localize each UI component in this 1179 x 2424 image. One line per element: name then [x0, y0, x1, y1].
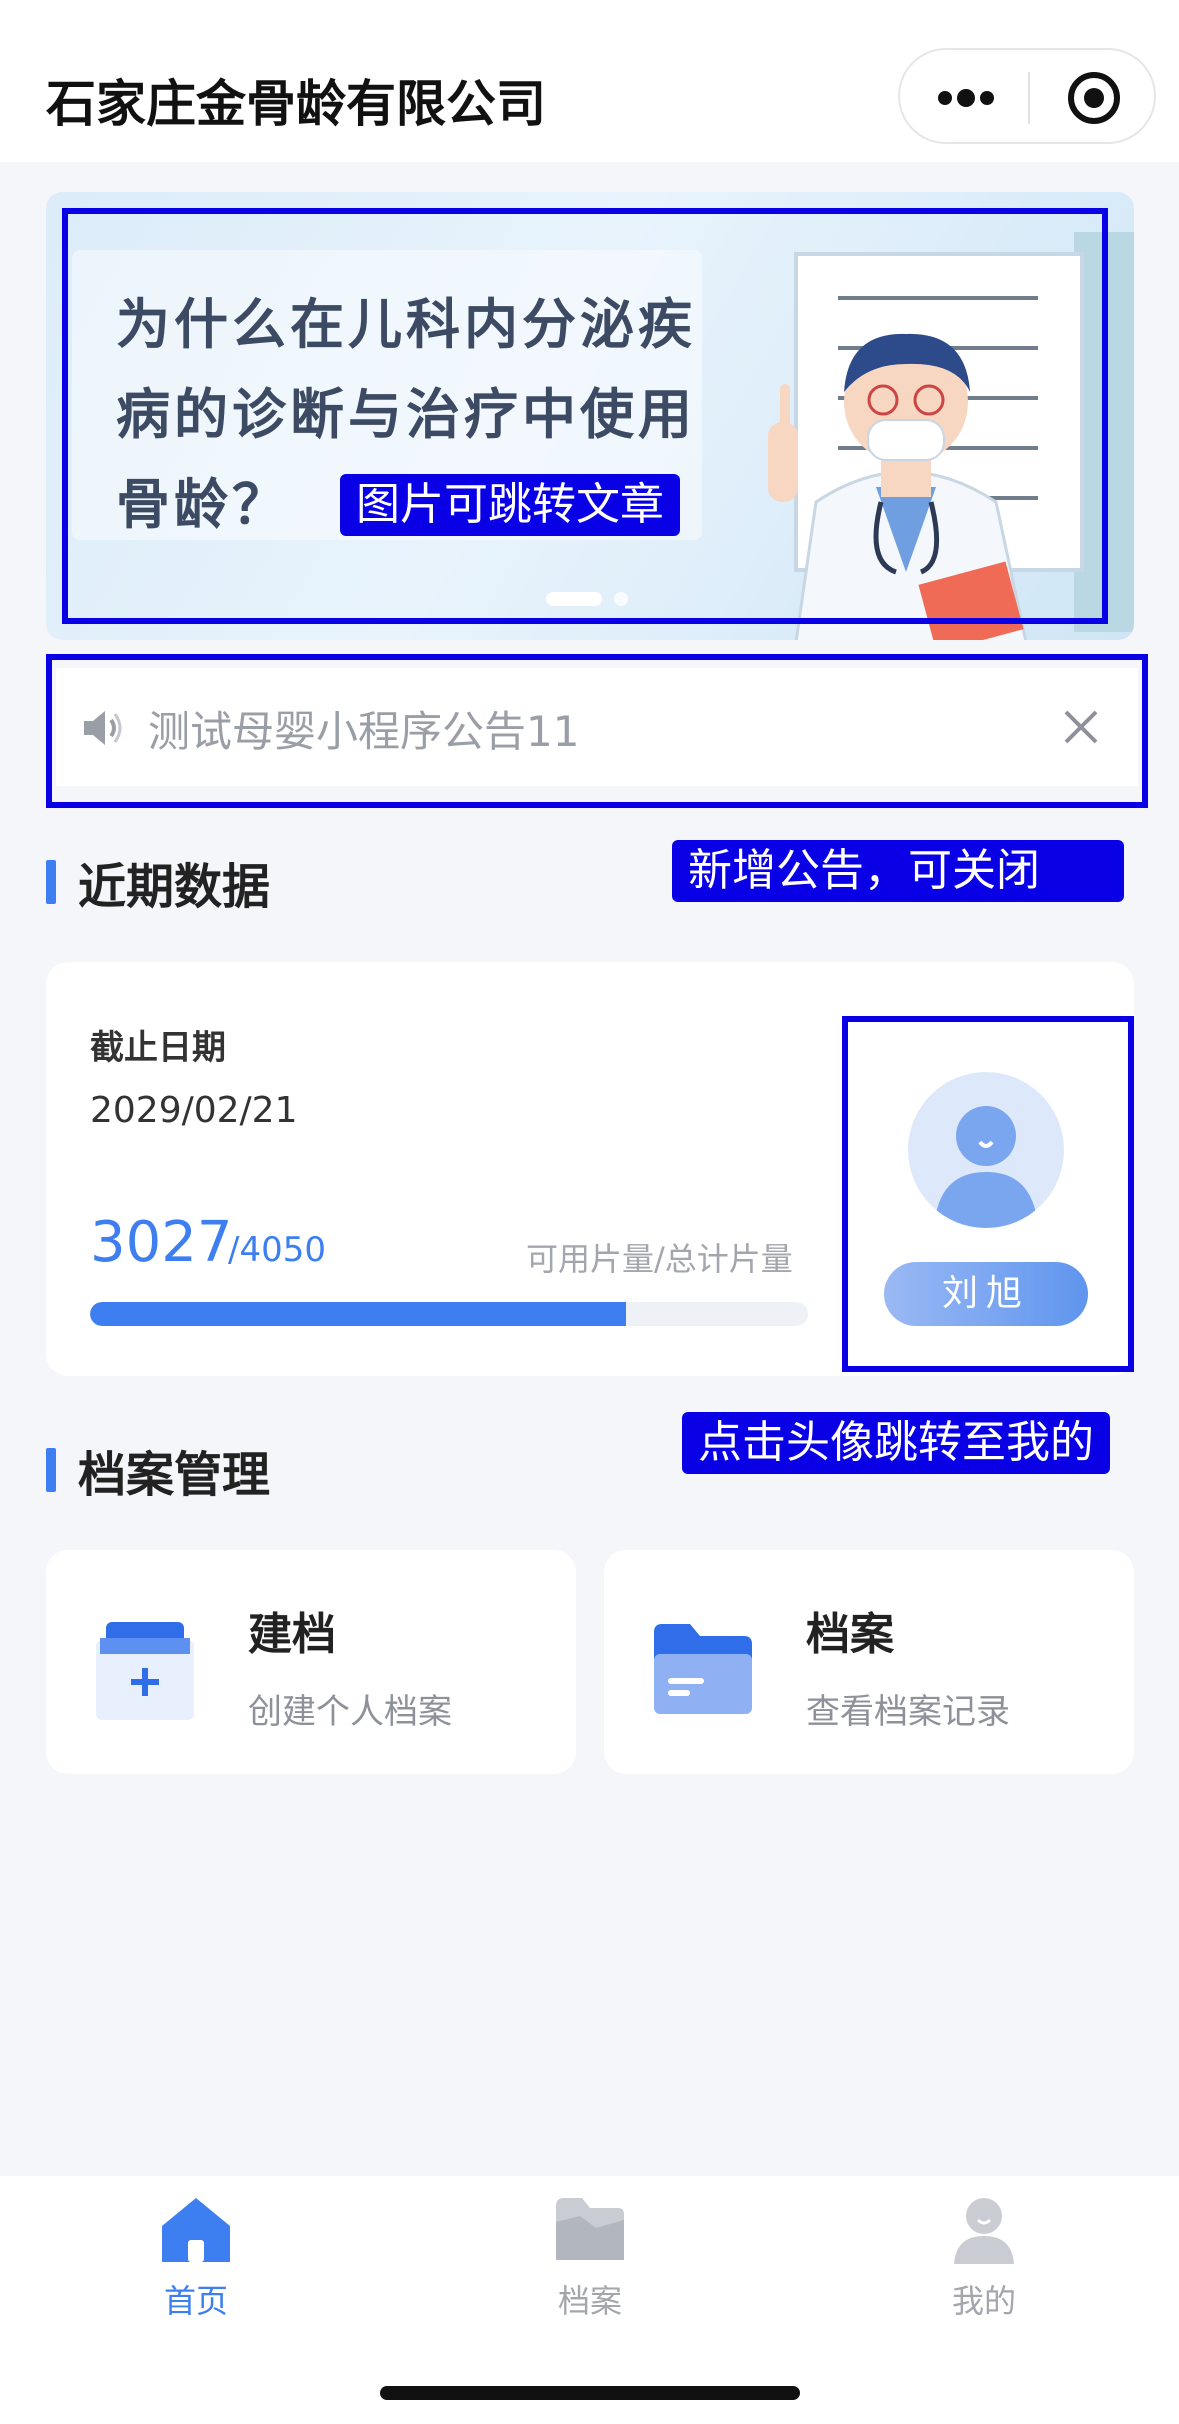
deadline-date: 2029/02/21	[90, 1090, 298, 1131]
tab-archive[interactable]: 档案	[490, 2194, 690, 2322]
section-title: 档案管理	[78, 1447, 271, 1503]
deadline-label: 截止日期	[90, 1028, 226, 1068]
avatar-annotation-box	[842, 1016, 1134, 1372]
section-recent-data: 近期数据	[46, 852, 270, 915]
create-folder-icon	[96, 1622, 194, 1720]
view-archive-card[interactable]: 档案 查看档案记录	[604, 1550, 1134, 1774]
create-archive-card[interactable]: 建档 创建个人档案	[46, 1550, 576, 1774]
section-title: 近期数据	[78, 859, 271, 915]
home-indicator	[380, 2386, 800, 2400]
folder-icon	[556, 2198, 624, 2260]
notice-annotation-label: 新增公告，可关闭	[672, 840, 1124, 902]
section-archive-management: 档案管理	[46, 1440, 270, 1503]
more-icon[interactable]	[938, 89, 994, 107]
create-archive-subtitle: 创建个人档案	[248, 1692, 452, 1732]
progress-fill	[90, 1302, 627, 1326]
view-archive-subtitle: 查看档案记录	[806, 1692, 1010, 1732]
capsule-divider	[1028, 72, 1030, 124]
banner-annotation-box	[62, 208, 1108, 624]
notice-annotation-box	[46, 654, 1148, 808]
app-title: 石家庄金骨龄有限公司	[46, 75, 546, 133]
banner-annotation-label: 图片可跳转文章	[340, 474, 680, 536]
view-archive-title: 档案	[806, 1609, 894, 1660]
create-archive-title: 建档	[248, 1609, 336, 1660]
tab-home-label: 首页	[163, 2282, 228, 2320]
usage-progress-bar	[90, 1302, 808, 1326]
home-icon	[162, 2198, 230, 2262]
count-caption: 可用片量/总计片量	[526, 1240, 793, 1278]
section-accent-bar	[46, 860, 56, 904]
folder-icon	[654, 1624, 752, 1714]
close-miniprogram-icon[interactable]	[1068, 72, 1120, 124]
avatar-annotation-label: 点击头像跳转至我的	[682, 1412, 1110, 1474]
available-count: 3027	[90, 1210, 233, 1275]
tab-home[interactable]: 首页	[96, 2194, 296, 2322]
tab-mine[interactable]: 我的	[884, 2194, 1084, 2322]
section-accent-bar	[46, 1448, 56, 1492]
top-nav-bar: 石家庄金骨龄有限公司	[0, 0, 1179, 162]
tab-archive-label: 档案	[557, 2282, 622, 2320]
miniprogram-capsule	[898, 48, 1156, 144]
tab-mine-label: 我的	[951, 2282, 1016, 2320]
user-icon	[954, 2198, 1014, 2264]
total-count: /4050	[228, 1230, 326, 1270]
